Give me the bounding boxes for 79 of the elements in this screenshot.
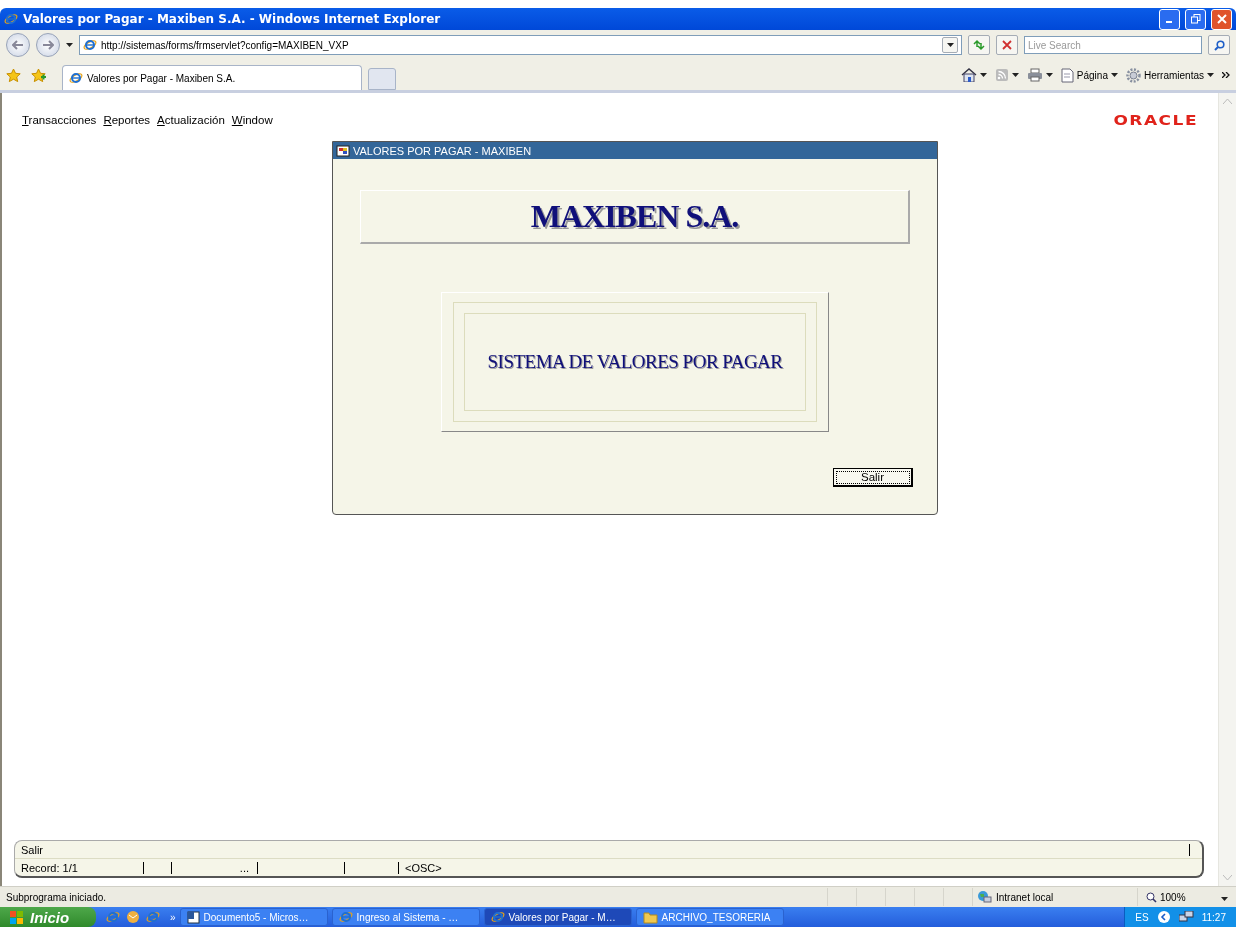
refresh-button[interactable] bbox=[968, 35, 990, 55]
status-text: Subprograma iniciado. bbox=[5, 891, 108, 903]
overflow-icon[interactable]: » bbox=[170, 911, 176, 923]
page-icon bbox=[1060, 67, 1074, 83]
feeds-button[interactable] bbox=[994, 68, 1019, 82]
dropdown-button[interactable] bbox=[942, 37, 958, 53]
start-button[interactable]: Inicio bbox=[0, 907, 96, 927]
tools-button[interactable]: Herramientas bbox=[1125, 67, 1214, 83]
stop-button[interactable] bbox=[996, 35, 1018, 55]
record-count: Record: 1/1 bbox=[21, 861, 144, 874]
caret-icon[interactable] bbox=[1110, 73, 1118, 77]
back-button[interactable] bbox=[6, 33, 30, 57]
form-title: VALORES POR PAGAR - MAXIBEN bbox=[353, 144, 532, 157]
network-icon bbox=[1178, 910, 1194, 924]
chevron-icon[interactable] bbox=[1156, 910, 1171, 924]
status-message: Salir bbox=[21, 843, 44, 856]
ie-icon bbox=[490, 910, 505, 924]
document-icon bbox=[186, 910, 200, 924]
window-title: Valores por Pagar - Maxiben S.A. - Windows Internet Explorer bbox=[23, 12, 442, 26]
browser-tab[interactable]: Valores por Pagar - Maxiben S.A. bbox=[62, 65, 362, 90]
star-icon[interactable] bbox=[6, 67, 21, 83]
home-icon[interactable] bbox=[960, 68, 977, 82]
forward-button[interactable] bbox=[36, 33, 60, 57]
home-button[interactable] bbox=[960, 68, 987, 82]
address-field[interactable]: http://sistemas/forms/frmservlet?config=MAXIBEN_VXP bbox=[79, 35, 962, 55]
windows-logo-icon bbox=[10, 910, 24, 924]
close-icon bbox=[1216, 14, 1227, 24]
ie-logo-icon bbox=[4, 12, 18, 26]
exit-button[interactable]: Salir bbox=[833, 468, 913, 487]
browser-icon bbox=[146, 910, 160, 924]
mail-icon[interactable] bbox=[126, 910, 140, 924]
clock: 11:27 bbox=[1201, 911, 1226, 923]
menu-item[interactable]: Transacciones bbox=[22, 114, 97, 126]
caret-icon[interactable] bbox=[1011, 73, 1019, 77]
menu-item[interactable]: Window bbox=[231, 114, 273, 126]
caret-icon[interactable] bbox=[66, 43, 73, 47]
caret-icon[interactable] bbox=[979, 73, 987, 77]
ie-icon bbox=[69, 71, 83, 85]
taskbar-button[interactable]: Valores por Pagar - M… bbox=[483, 908, 632, 926]
system-title: SISTEMA DE VALORES POR PAGAR bbox=[487, 351, 783, 373]
ie-icon bbox=[338, 910, 353, 924]
back-arrow-icon bbox=[12, 40, 24, 50]
caret-icon[interactable] bbox=[946, 43, 954, 47]
page-icon bbox=[83, 38, 97, 52]
zone-label: Intranet local bbox=[996, 891, 1054, 903]
taskbar-button[interactable]: Documento5 - Micros… bbox=[179, 908, 328, 926]
folder-icon bbox=[642, 910, 658, 924]
caret-icon[interactable] bbox=[1221, 896, 1228, 901]
search-icon bbox=[1213, 39, 1225, 51]
search-field[interactable]: Live Search bbox=[1024, 36, 1202, 54]
ie-icon bbox=[106, 910, 120, 924]
form-icon bbox=[336, 144, 350, 157]
stop-icon bbox=[1002, 40, 1012, 50]
gear-icon bbox=[1125, 67, 1141, 83]
page-button[interactable]: Página bbox=[1060, 67, 1118, 83]
caret-icon[interactable] bbox=[1045, 73, 1053, 77]
search-button[interactable] bbox=[1208, 35, 1230, 55]
globe-icon bbox=[977, 890, 992, 904]
print-button[interactable] bbox=[1026, 68, 1053, 82]
add-favorite-icon[interactable] bbox=[31, 67, 46, 83]
zoom-control[interactable]: 100% bbox=[1137, 888, 1236, 906]
printer-icon[interactable] bbox=[1026, 68, 1043, 82]
restore-button[interactable] bbox=[1185, 8, 1206, 30]
status-field: ... bbox=[172, 861, 258, 874]
forward-arrow-icon bbox=[42, 40, 54, 50]
caret-icon[interactable] bbox=[1207, 73, 1214, 77]
restore-icon bbox=[1190, 14, 1201, 24]
menu-item[interactable]: Reportes bbox=[103, 114, 151, 126]
company-name: MAXIBEN S.A. bbox=[530, 198, 739, 235]
zoom-icon bbox=[1146, 891, 1157, 903]
menu-item[interactable]: Actualización bbox=[157, 114, 225, 126]
close-button[interactable] bbox=[1211, 8, 1232, 30]
refresh-icon bbox=[973, 39, 985, 51]
mode-indicator: <OSC> bbox=[404, 861, 442, 874]
logo: ORACLE bbox=[1113, 112, 1198, 128]
chevron-icon[interactable] bbox=[1222, 72, 1230, 78]
taskbar-button[interactable]: ARCHIVO_TESORERIA bbox=[635, 908, 784, 926]
minimize-button[interactable] bbox=[1159, 8, 1180, 30]
taskbar-button[interactable]: Ingreso al Sistema - … bbox=[331, 908, 480, 926]
